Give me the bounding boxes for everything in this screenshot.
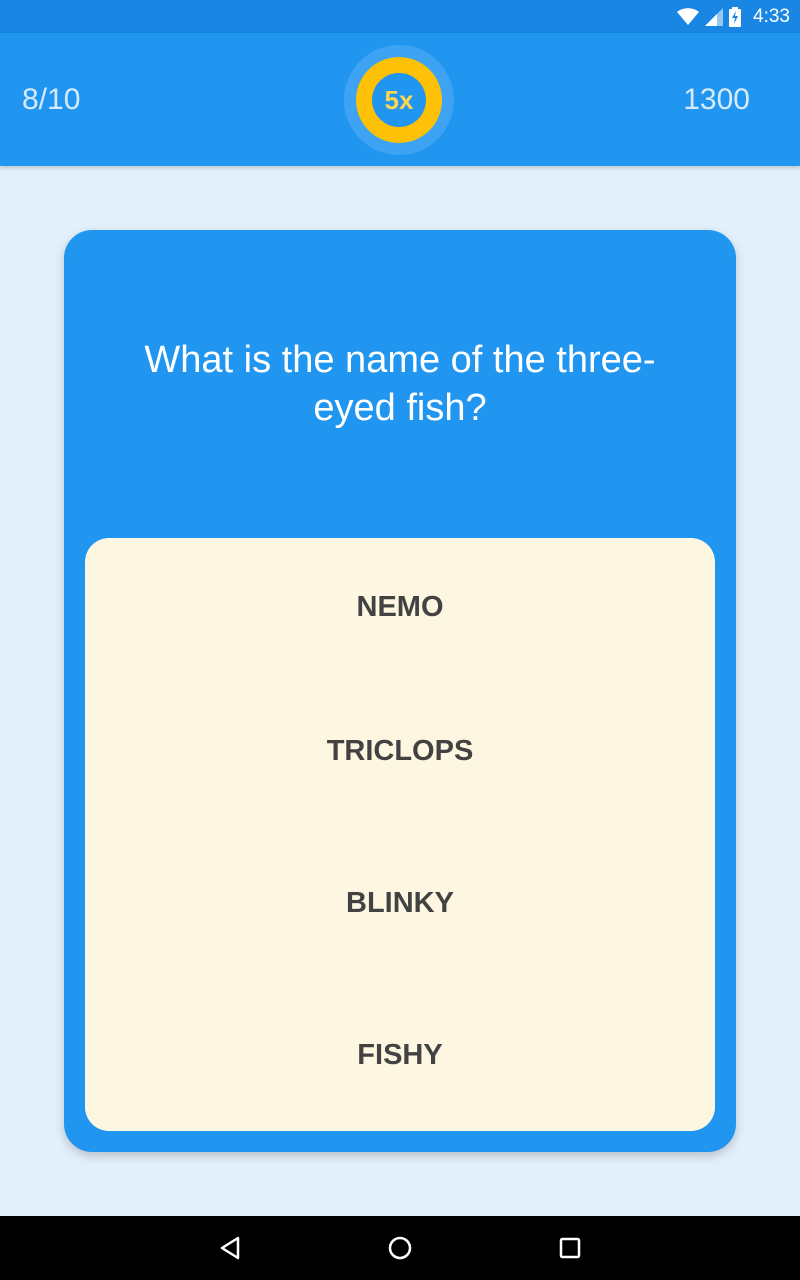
answers-panel: NEMO TRICLOPS BLINKY FISHY <box>85 538 715 1131</box>
status-time: 4:33 <box>753 5 790 27</box>
score: 1300 <box>683 83 750 116</box>
quiz-header: 8/10 5x 1300 <box>0 33 800 166</box>
recents-icon[interactable] <box>552 1230 588 1266</box>
back-icon[interactable] <box>212 1230 248 1266</box>
answer-option[interactable]: FISHY <box>85 1025 715 1085</box>
answer-option[interactable]: BLINKY <box>85 873 715 933</box>
answer-option[interactable]: TRICLOPS <box>85 721 715 781</box>
question-text: What is the name of the three-eyed fish? <box>144 339 656 429</box>
status-icons: 4:33 <box>677 0 790 33</box>
multiplier-badge: 5x <box>344 45 454 155</box>
battery-charging-icon <box>729 6 742 27</box>
answer-option[interactable]: NEMO <box>85 577 715 637</box>
multiplier-value: 5x <box>372 73 426 127</box>
status-bar: 4:33 <box>0 0 800 33</box>
multiplier-ring: 5x <box>356 57 442 143</box>
question-progress: 8/10 <box>22 83 81 116</box>
cell-signal-icon <box>705 7 724 26</box>
navigation-bar <box>0 1216 800 1280</box>
wifi-icon <box>677 7 700 25</box>
home-icon[interactable] <box>382 1230 418 1266</box>
question-card: What is the name of the three-eyed fish?… <box>64 230 736 1152</box>
